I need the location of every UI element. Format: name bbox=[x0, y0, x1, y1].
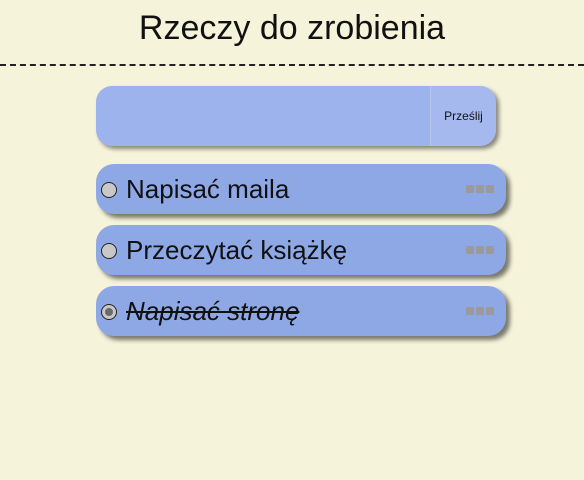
task-item[interactable]: Napisać stronę bbox=[96, 286, 506, 336]
more-dots-icon[interactable] bbox=[466, 307, 494, 315]
add-task-form: Prześlij bbox=[96, 86, 496, 146]
task-input[interactable] bbox=[96, 86, 430, 146]
radio-icon[interactable] bbox=[101, 243, 117, 259]
more-dots-icon[interactable] bbox=[466, 246, 494, 254]
task-label: Przeczytać książkę bbox=[126, 235, 348, 265]
task-label: Napisać stronę bbox=[126, 296, 300, 326]
page-title: Rzeczy do zrobienia bbox=[138, 9, 446, 47]
more-dots-icon[interactable] bbox=[466, 185, 494, 193]
radio-icon[interactable] bbox=[101, 182, 117, 198]
submit-button[interactable]: Prześlij bbox=[430, 86, 496, 146]
task-item[interactable]: Przeczytać książkę bbox=[96, 225, 506, 275]
task-label: Napisać maila bbox=[126, 174, 290, 204]
radio-checked-icon[interactable] bbox=[101, 304, 117, 320]
task-item[interactable]: Napisać maila bbox=[96, 164, 506, 214]
page-header: Rzeczy do zrobienia bbox=[0, 0, 584, 66]
